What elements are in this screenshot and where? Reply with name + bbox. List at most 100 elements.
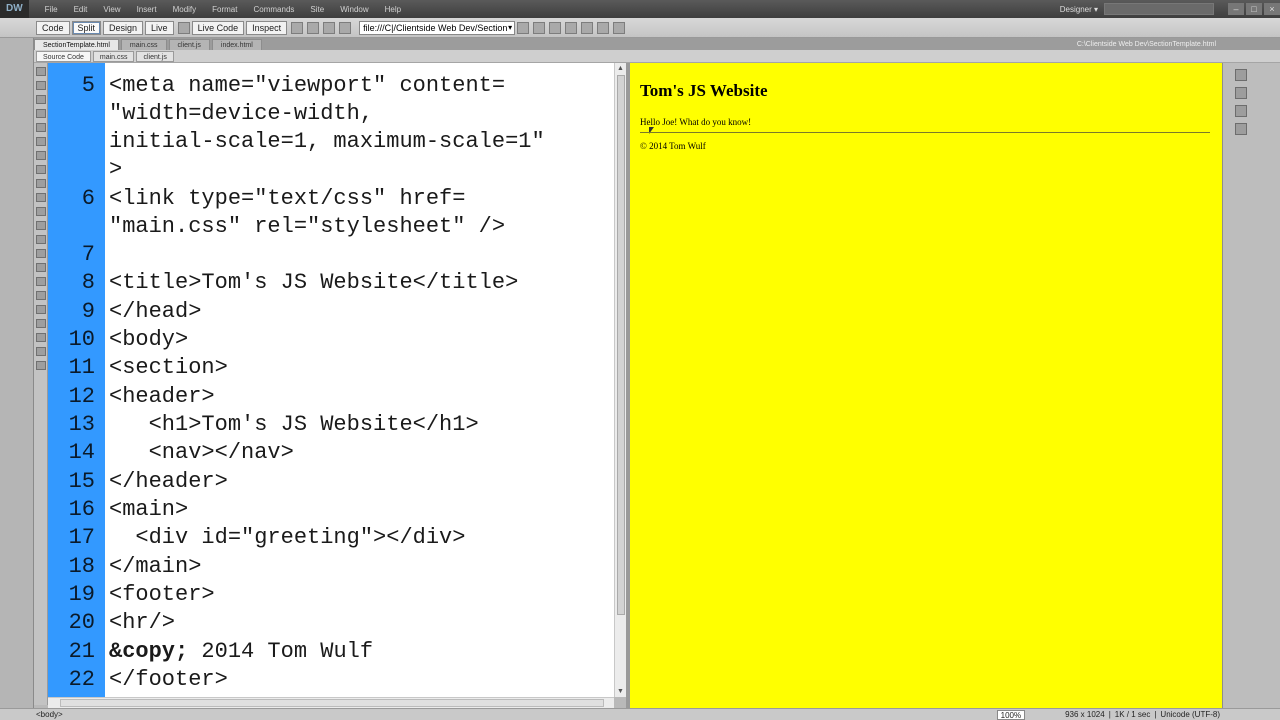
code-vertical-scrollbar[interactable]: ▲ ▼ — [614, 63, 626, 697]
menu-site[interactable]: Site — [302, 5, 332, 14]
address-value: file:///C|/Clientside Web Dev/Section — [363, 22, 508, 33]
preview-browser-icon[interactable] — [549, 21, 562, 34]
maximize-icon[interactable]: □ — [1246, 3, 1262, 15]
code-editor[interactable]: 5 <meta name="viewport" content= "width=d… — [48, 63, 614, 697]
scrollbar-thumb[interactable] — [60, 699, 604, 707]
refresh-design-icon[interactable] — [565, 21, 578, 34]
page-options-icon[interactable] — [517, 21, 530, 34]
syntax-color-icon[interactable] — [36, 361, 46, 370]
menu-modify[interactable]: Modify — [165, 5, 205, 14]
related-main-css[interactable]: main.css — [92, 50, 135, 62]
separator: | — [1154, 710, 1157, 719]
live-view-button[interactable]: Live — [145, 20, 174, 35]
scroll-up-icon[interactable]: ▲ — [615, 63, 626, 74]
separator: | — [1108, 710, 1111, 719]
tab-sectiontemplate[interactable]: SectionTemplate.html — [34, 39, 119, 50]
menu-format[interactable]: Format — [204, 5, 245, 14]
expand-all-icon[interactable] — [36, 109, 46, 118]
zoom-select[interactable]: 100% — [996, 709, 1026, 720]
menu-help[interactable]: Help — [377, 5, 409, 14]
css-designer-icon[interactable] — [1235, 87, 1247, 99]
tab-index-html[interactable]: index.html — [211, 39, 262, 50]
split-view-button[interactable]: Split — [71, 20, 102, 35]
browser-compat-icon[interactable] — [613, 21, 626, 34]
html-entity: &copy; — [109, 639, 189, 664]
minimize-icon[interactable]: – — [1228, 3, 1244, 15]
window-size[interactable]: 936 x 1024 — [1065, 710, 1105, 719]
close-icon[interactable]: × — [1264, 3, 1280, 15]
refresh-icon[interactable] — [323, 21, 336, 34]
address-field[interactable]: file:///C|/Clientside Web Dev/Section ▾ — [359, 20, 516, 35]
menu-insert[interactable]: Insert — [129, 5, 165, 14]
code-view-button[interactable]: Code — [36, 20, 70, 35]
help-search-input[interactable] — [1104, 3, 1214, 15]
right-panel-strip — [1222, 63, 1280, 708]
code-hint-icon[interactable] — [36, 305, 46, 314]
forward-icon[interactable] — [307, 21, 320, 34]
collapse-selection-icon[interactable] — [36, 95, 46, 104]
tag-selector[interactable]: <body> — [0, 710, 63, 719]
encoding: Unicode (UTF-8) — [1160, 710, 1220, 719]
highlight-invalid-icon[interactable] — [36, 165, 46, 174]
status-bar: <body> 100% 936 x 1024 | 1K / 1 sec | Un… — [0, 708, 1280, 720]
live-code-button[interactable]: Live Code — [191, 20, 245, 35]
footer-rule[interactable] — [640, 132, 1210, 133]
inspect-button[interactable]: Inspect — [246, 20, 288, 35]
visual-aids-icon[interactable] — [581, 21, 594, 34]
apply-comment-icon[interactable] — [36, 193, 46, 202]
design-view[interactable]: Tom's JS Website Hello Joe! What do you … — [630, 63, 1222, 708]
file-management-icon[interactable] — [533, 21, 546, 34]
menu-view[interactable]: View — [95, 5, 128, 14]
word-wrap-icon[interactable] — [36, 319, 46, 328]
outdent-icon[interactable] — [36, 277, 46, 286]
validate-icon[interactable] — [597, 21, 610, 34]
scrollbar-thumb[interactable] — [617, 75, 625, 615]
code-horizontal-scrollbar[interactable] — [48, 697, 614, 708]
menu-bar: DW File Edit View Insert Modify Format C… — [0, 0, 1280, 18]
remove-comment-icon[interactable] — [36, 207, 46, 216]
open-documents-icon[interactable] — [36, 67, 46, 76]
recent-snippets-icon[interactable] — [36, 235, 46, 244]
menu-window[interactable]: Window — [332, 5, 376, 14]
menu-edit[interactable]: Edit — [66, 5, 96, 14]
balance-braces-icon[interactable] — [36, 137, 46, 146]
move-css-icon[interactable] — [36, 249, 46, 258]
wrap-tag-icon[interactable] — [36, 221, 46, 230]
related-files-bar: Source Code main.css client.js — [34, 50, 1280, 63]
document-tabs: SectionTemplate.html main.css client.js … — [34, 38, 1280, 50]
multiscreen-icon[interactable] — [177, 21, 190, 34]
auto-indent-icon[interactable] — [36, 347, 46, 356]
status-right: 100% 936 x 1024 | 1K / 1 sec | Unicode (… — [996, 709, 1280, 720]
back-icon[interactable] — [291, 21, 304, 34]
indent-icon[interactable] — [36, 263, 46, 272]
menu-file[interactable]: File — [37, 5, 66, 14]
assets-panel-icon[interactable] — [1235, 123, 1247, 135]
syntax-error-icon[interactable] — [36, 179, 46, 188]
scroll-down-icon[interactable]: ▼ — [615, 686, 626, 697]
page-heading[interactable]: Tom's JS Website — [640, 81, 768, 101]
coding-toolbar — [34, 63, 48, 705]
home-icon[interactable] — [339, 21, 352, 34]
tab-client-js[interactable]: client.js — [168, 39, 210, 50]
tab-main-css[interactable]: main.css — [120, 39, 167, 50]
workspace-switcher[interactable]: Designer ▾ — [1054, 5, 1104, 14]
format-source-icon[interactable] — [36, 291, 46, 300]
document-toolbar: Code Split Design Live Live Code Inspect… — [0, 18, 1280, 38]
left-panel-strip — [0, 38, 34, 714]
chevron-down-icon[interactable]: ▾ — [508, 22, 512, 34]
line-numbers-icon[interactable] — [36, 151, 46, 160]
related-client-js[interactable]: client.js — [136, 50, 174, 62]
dreamweaver-logo: DW — [0, 0, 29, 18]
greeting-text[interactable]: Hello Joe! What do you know! — [640, 117, 751, 127]
collapse-tag-icon[interactable] — [36, 81, 46, 90]
select-parent-tag-icon[interactable] — [36, 123, 46, 132]
footer-text[interactable]: © 2014 Tom Wulf — [640, 141, 706, 151]
insert-panel-icon[interactable] — [1235, 69, 1247, 81]
code-text: 2014 Tom Wulf — [188, 639, 374, 664]
file-path: C:\Clientside Web Dev\SectionTemplate.ht… — [1076, 41, 1216, 48]
design-view-button[interactable]: Design — [103, 20, 144, 35]
hidden-chars-icon[interactable] — [36, 333, 46, 342]
files-panel-icon[interactable] — [1235, 105, 1247, 117]
menu-commands[interactable]: Commands — [245, 5, 302, 14]
related-source-code[interactable]: Source Code — [36, 50, 91, 62]
